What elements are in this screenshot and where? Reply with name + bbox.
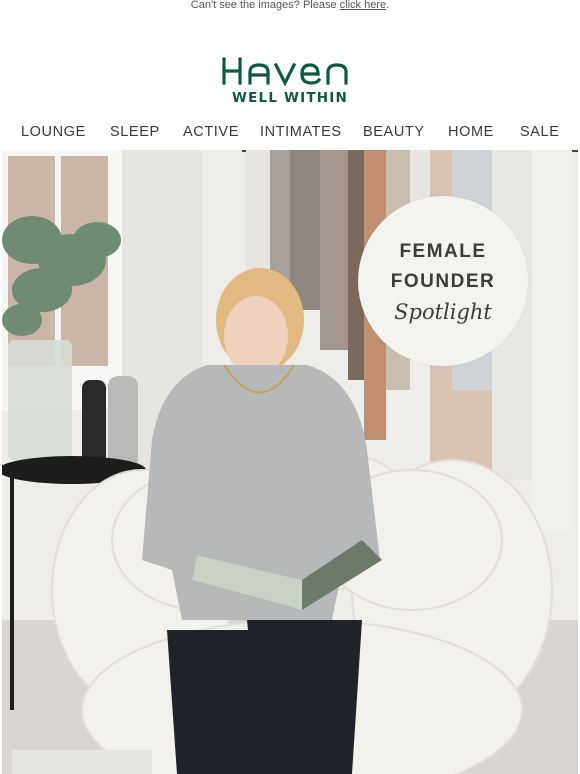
haven-wordmark-icon: [222, 57, 348, 87]
main-nav: LOUNGE SLEEP ACTIVE INTIMATES BEAUTY HOM…: [0, 124, 580, 146]
badge-line-1: FEMALE: [399, 241, 487, 262]
nav-item-lounge[interactable]: LOUNGE: [21, 124, 86, 140]
nav-item-sale[interactable]: SALE: [520, 124, 559, 140]
preheader-suffix: .: [386, 0, 390, 11]
preheader: Can't see the images? Please click here.: [0, 0, 580, 11]
female-founder-badge: FEMALE FOUNDER Spotlight: [358, 196, 528, 366]
brand-name: [0, 56, 580, 92]
brand-tagline: WELL WITHIN: [232, 90, 348, 106]
nav-item-sleep[interactable]: SLEEP: [110, 124, 160, 140]
nav-item-intimates[interactable]: INTIMATES: [260, 124, 342, 140]
nav-item-home[interactable]: HOME: [448, 124, 494, 140]
nav-item-active[interactable]: ACTIVE: [183, 124, 239, 140]
badge-line-2: FOUNDER: [390, 271, 496, 292]
brand-logo[interactable]: WELL WITHIN: [0, 56, 580, 105]
nav-item-beauty[interactable]: BEAUTY: [363, 124, 425, 140]
preheader-text: Can't see the images? Please: [190, 0, 340, 11]
badge-line-3: Spotlight: [394, 300, 492, 324]
click-here-link[interactable]: click here: [340, 0, 386, 11]
